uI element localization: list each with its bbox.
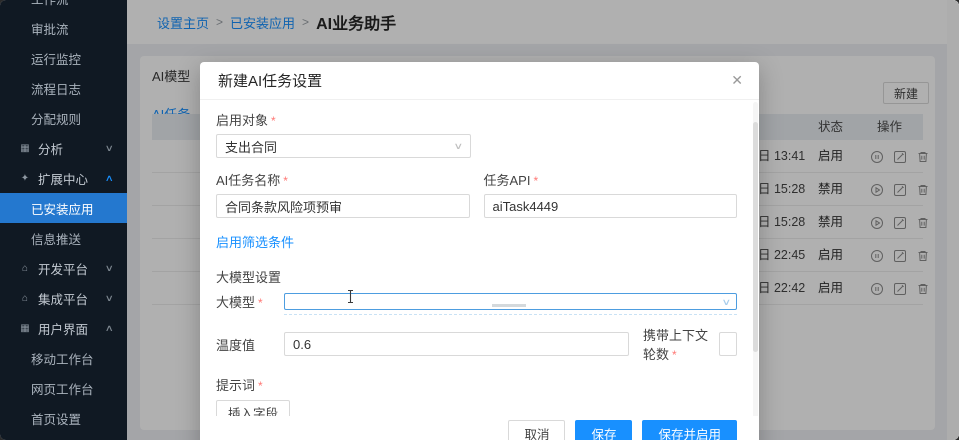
app-window: 工作流 审批流 运行监控 流程日志 分配规则 ▦ 分析 ∨ ✦ 扩展中心 ∧ 已… bbox=[0, 0, 959, 440]
sidebar: 工作流 审批流 运行监控 流程日志 分配规则 ▦ 分析 ∨ ✦ 扩展中心 ∧ 已… bbox=[0, 0, 127, 440]
enable-target-label: 启用对象 bbox=[216, 110, 737, 129]
dropdown-edge bbox=[284, 314, 737, 315]
prompt-label: 提示词 bbox=[216, 375, 737, 394]
sidebar-item-label: 运行监控 bbox=[31, 49, 81, 68]
task-api-input[interactable] bbox=[484, 194, 738, 218]
sidebar-item-label: 移动工作台 bbox=[31, 349, 94, 368]
chevron-down-icon: ∨ bbox=[454, 141, 464, 152]
task-name-label: AI任务名称 bbox=[216, 170, 470, 189]
sidebar-item-label: 工作流 bbox=[31, 0, 69, 8]
sidebar-item-label: 信息推送 bbox=[31, 229, 81, 248]
analysis-icon: ▦ bbox=[19, 143, 31, 154]
chevron-down-icon: ∨ bbox=[105, 263, 114, 274]
model-settings-section-label: 大模型设置 bbox=[216, 267, 737, 286]
sidebar-section-dev-platform[interactable]: ⌂ 开发平台 ∨ bbox=[0, 253, 127, 283]
sidebar-item-web-workbench[interactable]: 网页工作台 bbox=[0, 373, 127, 403]
task-api-label: 任务API bbox=[484, 170, 738, 189]
sidebar-item-installed-apps[interactable]: 已安装应用 bbox=[0, 193, 127, 223]
sidebar-section-label: 开发平台 bbox=[38, 259, 88, 278]
sidebar-section-label: 集成平台 bbox=[38, 289, 88, 308]
temperature-input[interactable] bbox=[284, 332, 629, 356]
save-button[interactable]: 保存 bbox=[575, 420, 632, 440]
save-and-enable-button[interactable]: 保存并启用 bbox=[642, 420, 737, 440]
modal-scrollbar-thumb[interactable] bbox=[753, 122, 758, 352]
task-name-input[interactable] bbox=[216, 194, 470, 218]
cancel-button[interactable]: 取消 bbox=[508, 420, 565, 440]
sidebar-section-extension-center[interactable]: ✦ 扩展中心 ∧ bbox=[0, 163, 127, 193]
sidebar-item-label: 已安装应用 bbox=[31, 199, 94, 218]
enable-target-value: 支出合同 bbox=[225, 137, 277, 156]
modal-title: 新建AI任务设置 bbox=[218, 70, 322, 91]
sidebar-item-label: 首页设置 bbox=[31, 409, 81, 428]
sidebar-item-label: 网页工作台 bbox=[31, 379, 94, 398]
model-label: 大模型 bbox=[216, 292, 284, 311]
sidebar-section-integration-platform[interactable]: ⌂ 集成平台 ∨ bbox=[0, 283, 127, 313]
enable-filter-link[interactable]: 启用筛选条件 bbox=[216, 232, 294, 251]
context-rounds-input[interactable] bbox=[719, 332, 737, 356]
chevron-up-icon: ∧ bbox=[105, 323, 114, 334]
sidebar-item-message-push[interactable]: 信息推送 bbox=[0, 223, 127, 253]
sidebar-item-run-monitor[interactable]: 运行监控 bbox=[0, 43, 127, 73]
task-name-field-group: AI任务名称 bbox=[216, 170, 470, 218]
sidebar-item-approval-flow[interactable]: 审批流 bbox=[0, 13, 127, 43]
sidebar-item-workflow[interactable]: 工作流 bbox=[0, 0, 127, 13]
sidebar-item-label: 流程日志 bbox=[31, 79, 81, 98]
dropdown-animation-artifact bbox=[492, 304, 526, 307]
sidebar-item-label: 审批流 bbox=[31, 19, 69, 38]
text-cursor-icon bbox=[346, 289, 355, 307]
modal-body: 启用对象 支出合同 ∨ AI任务名称 任务API 启用筛选条件 大模型设置 大模… bbox=[200, 100, 759, 440]
modal-header: 新建AI任务设置 ✕ bbox=[200, 62, 759, 100]
close-icon[interactable]: ✕ bbox=[731, 73, 743, 87]
dev-platform-icon: ⌂ bbox=[19, 263, 31, 274]
modal-footer: 取消 保存 保存并启用 bbox=[200, 416, 759, 440]
new-ai-task-modal: 新建AI任务设置 ✕ 启用对象 支出合同 ∨ AI任务名称 任务API 启用筛选… bbox=[200, 62, 759, 440]
modal-scrollbar[interactable] bbox=[753, 102, 758, 440]
sidebar-item-label: 分配规则 bbox=[31, 109, 81, 128]
sidebar-section-label: 分析 bbox=[38, 139, 63, 158]
chevron-down-icon: ∨ bbox=[105, 143, 114, 154]
sidebar-section-label: 用户界面 bbox=[38, 319, 88, 338]
integration-platform-icon: ⌂ bbox=[19, 293, 31, 304]
model-row: 大模型 ∨ bbox=[216, 292, 737, 311]
sidebar-item-homepage-settings[interactable]: 首页设置 bbox=[0, 403, 127, 433]
sidebar-item-process-log[interactable]: 流程日志 bbox=[0, 73, 127, 103]
extension-icon: ✦ bbox=[19, 173, 31, 184]
sidebar-item-assign-rules[interactable]: 分配规则 bbox=[0, 103, 127, 133]
user-interface-icon: ▦ bbox=[19, 323, 31, 334]
chevron-up-icon: ∧ bbox=[105, 173, 114, 184]
sidebar-section-user-interface[interactable]: ▦ 用户界面 ∧ bbox=[0, 313, 127, 343]
task-api-field-group: 任务API bbox=[484, 170, 738, 218]
chevron-down-icon: ∨ bbox=[105, 293, 114, 304]
sidebar-section-label: 扩展中心 bbox=[38, 169, 88, 188]
temperature-context-row: 温度值 携带上下文轮数 bbox=[216, 325, 737, 363]
context-rounds-label: 携带上下文轮数 bbox=[643, 325, 711, 363]
chevron-down-icon: ∨ bbox=[722, 297, 732, 308]
sidebar-menu: 工作流 审批流 运行监控 流程日志 分配规则 ▦ 分析 ∨ ✦ 扩展中心 ∧ 已… bbox=[0, 0, 127, 433]
temperature-label: 温度值 bbox=[216, 335, 284, 354]
sidebar-item-mobile-workbench[interactable]: 移动工作台 bbox=[0, 343, 127, 373]
sidebar-section-analysis[interactable]: ▦ 分析 ∨ bbox=[0, 133, 127, 163]
enable-target-select[interactable]: 支出合同 ∨ bbox=[216, 134, 471, 158]
